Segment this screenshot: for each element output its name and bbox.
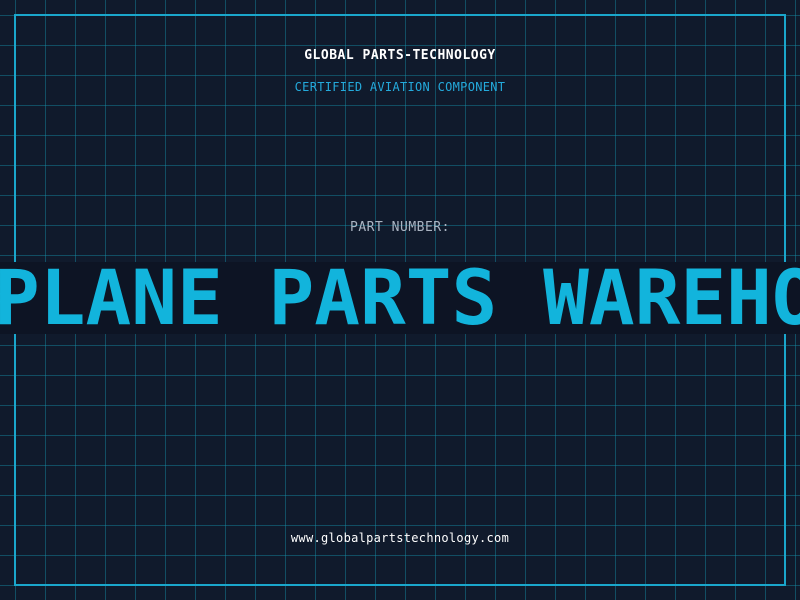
part-number-label: PART NUMBER:: [350, 220, 450, 235]
website-url: www.globalpartstechnology.com: [290, 531, 510, 545]
certification-subtitle: CERTIFIED AVIATION COMPONENT: [294, 80, 506, 94]
part-number-banner: PLANE PARTS WAREHOUSE: [0, 262, 800, 334]
brand-name: GLOBAL PARTS-TECHNOLOGY: [304, 48, 496, 63]
part-number-value: PLANE PARTS WAREHOUSE: [0, 262, 800, 334]
